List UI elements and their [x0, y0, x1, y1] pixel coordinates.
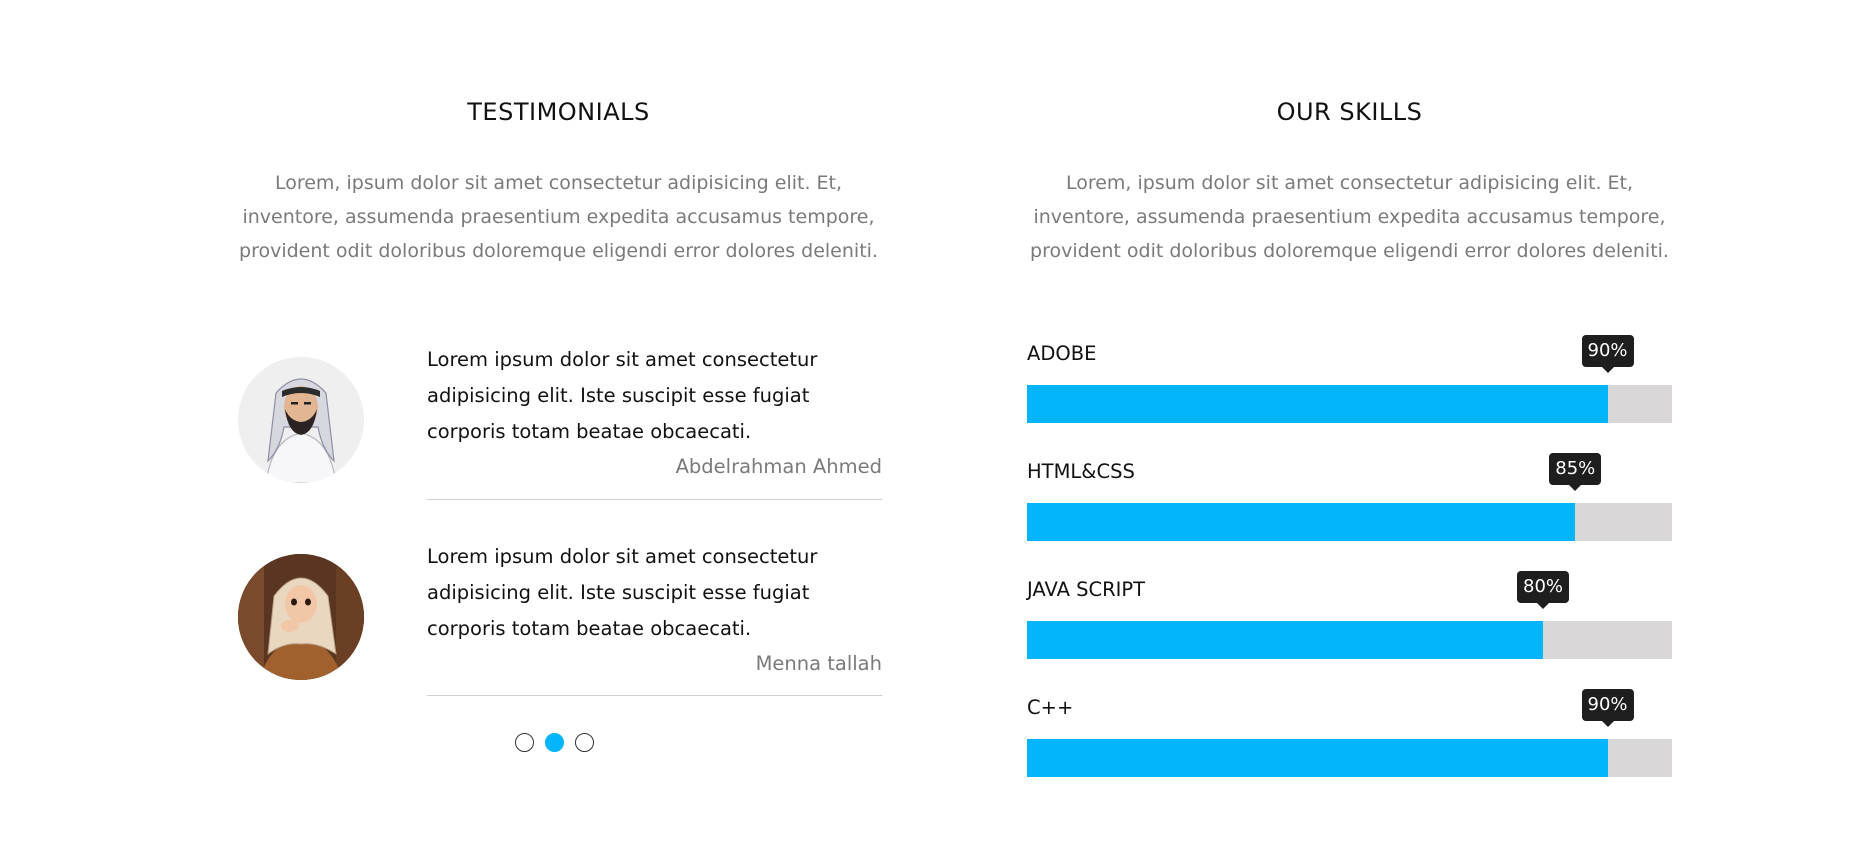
avatar-menna [238, 554, 364, 680]
skill-track [1027, 385, 1672, 423]
skills-title: OUR SKILLS [1276, 98, 1423, 126]
skill-name: ADOBE [1027, 342, 1097, 365]
testimonial-author-1: Abdelrahman Ahmed [675, 455, 882, 478]
pagination-dot-2[interactable] [545, 733, 564, 752]
testimonial-text-1: Lorem ipsum dolor sit amet consectetur a… [427, 348, 818, 443]
pagination-dot-1[interactable] [515, 733, 534, 752]
skill-percent-tooltip: 80% [1516, 571, 1570, 609]
testimonial-divider-1 [427, 499, 882, 500]
skill-progress-fill [1027, 621, 1543, 659]
testimonials-intro: Lorem, ipsum dolor sit amet consectetur … [239, 172, 878, 262]
skill-name: HTML&CSS [1027, 460, 1135, 483]
skills-intro: Lorem, ipsum dolor sit amet consectetur … [1030, 172, 1669, 262]
skill-percent-tooltip: 85% [1549, 453, 1602, 491]
testimonial-divider-2 [427, 695, 882, 696]
pagination-dot-3[interactable] [575, 733, 594, 752]
skill-percent-tooltip: 90% [1581, 689, 1634, 727]
skill-progress-fill [1027, 503, 1576, 541]
skill-progress-fill [1027, 739, 1608, 777]
skill-progress-fill [1027, 385, 1608, 423]
skill-track [1027, 739, 1672, 777]
skill-track [1027, 503, 1672, 541]
skill-name: C++ [1027, 696, 1074, 719]
avatar-abdelrahman [238, 357, 364, 483]
testimonials-title: TESTIMONIALS [467, 98, 650, 126]
testimonial-author-2: Menna tallah [755, 652, 882, 675]
skill-track [1027, 621, 1672, 659]
skill-percent-tooltip: 90% [1581, 335, 1634, 373]
testimonial-text-2: Lorem ipsum dolor sit amet consectetur a… [427, 545, 818, 640]
skill-name: JAVA SCRIPT [1027, 578, 1146, 601]
